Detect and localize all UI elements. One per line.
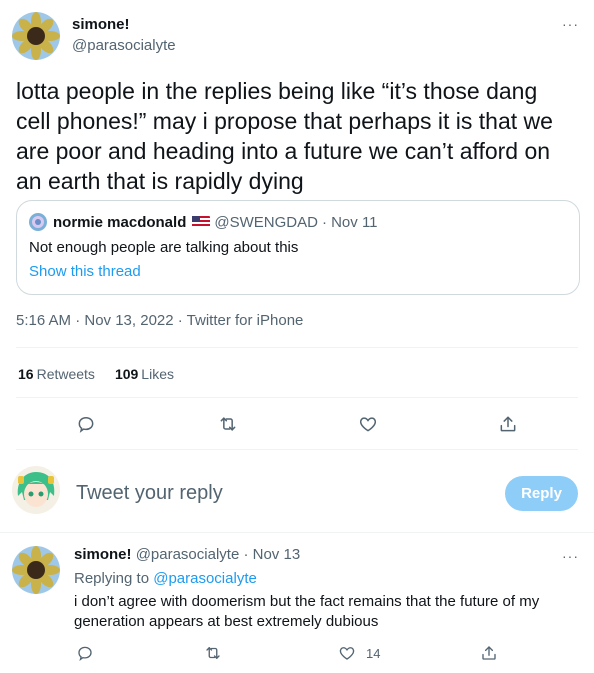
reply-author-avatar[interactable] [12,546,60,594]
reply-button[interactable]: Reply [505,476,578,511]
reply-share-action[interactable] [480,644,498,662]
reply-author-handle[interactable]: @parasocialyte [136,546,240,563]
reply-reply-action[interactable] [76,644,94,662]
share-action[interactable] [498,414,518,434]
engagement-stats: 16 Retweets 109 Likes [18,366,174,382]
quoted-text: Not enough people are talking about this [29,239,299,256]
tweet-text: lotta people in the replies being like “… [16,78,553,194]
comment-icon [78,646,92,662]
author-avatar[interactable] [12,12,60,60]
quoted-tweet[interactable]: normie macdonald @SWENGDAD · Nov 11 Not … [16,200,580,295]
retweet-icon [220,417,236,431]
tweet-timestamp[interactable]: 5:16 AM · Nov 13, 2022 · Twitter for iPh… [16,312,303,329]
author-handle[interactable]: @parasocialyte [72,37,176,54]
more-options-icon[interactable]: ··· [562,16,579,32]
replying-prefix: Replying to [74,570,150,587]
quoted-author-avatar [29,213,47,231]
share-icon [482,646,496,660]
replying-to-link[interactable]: @parasocialyte [153,570,257,587]
quoted-author-handle: @SWENGDAD [214,213,318,231]
comment-icon [78,416,94,433]
reply-action[interactable] [76,414,96,434]
divider [16,397,578,398]
reply-like-action[interactable]: 14 [338,644,380,662]
reply-text: i don’t agree with doomerism but the fac… [74,593,540,630]
reply-header: simone! @parasocialyte · Nov 13 [74,546,300,563]
reply-input[interactable]: Tweet your reply [76,482,223,505]
likes-stat[interactable]: 109 Likes [115,366,174,382]
like-action[interactable] [358,414,378,434]
share-icon [500,416,516,432]
divider [16,347,578,348]
replying-to: Replying to @parasocialyte [74,570,257,587]
author-name[interactable]: simone! [72,16,130,33]
retweets-stat[interactable]: 16 Retweets [18,366,95,382]
retweets-label: Retweets [36,366,95,382]
reply-retweet-action[interactable] [204,644,222,662]
heart-icon [359,417,377,432]
quoted-author-name: normie macdonald [53,213,187,231]
us-flag-icon [192,216,211,228]
divider [0,532,594,533]
reply-date[interactable]: · Nov 13 [243,546,300,563]
user-avatar[interactable] [12,466,60,514]
show-thread-link[interactable]: Show this thread [29,263,141,280]
retweet-icon [206,647,220,659]
reply-like-count: 14 [366,645,381,661]
heart-icon [339,647,355,660]
divider [16,449,578,450]
retweet-action[interactable] [218,414,238,434]
reply-author-name[interactable]: simone! [74,546,132,563]
reply-more-options-icon[interactable]: ··· [562,548,579,564]
retweets-count: 16 [18,366,34,382]
likes-label: Likes [141,366,174,382]
quoted-date: · Nov 11 [321,213,378,231]
likes-count: 109 [114,366,139,382]
